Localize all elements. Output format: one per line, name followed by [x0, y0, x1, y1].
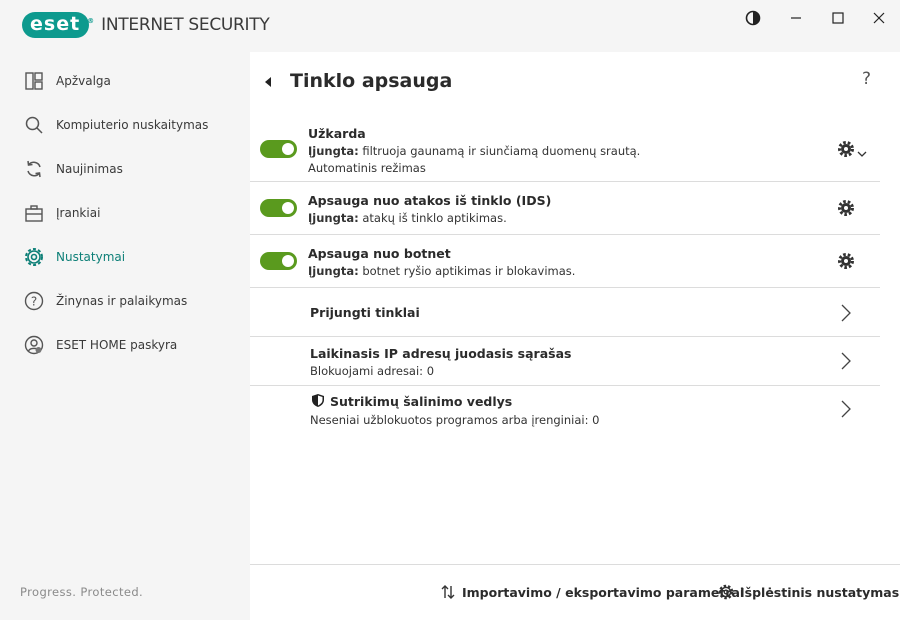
row-title: Apsauga nuo botnet: [308, 246, 451, 261]
help-button[interactable]: ?: [862, 69, 871, 89]
back-arrow-icon[interactable]: [263, 74, 273, 88]
svg-text:?: ?: [31, 295, 37, 309]
sort-arrows-icon: [440, 584, 456, 600]
setting-row-firewall: Užkarda Įjungta: filtruoja gaunamą ir si…: [250, 120, 880, 182]
row-desc: Įjungta: botnet ryšio aptikimas ir bloka…: [308, 264, 575, 278]
setting-row-botnet: Apsauga nuo botnet Įjungta: botnet ryšio…: [250, 235, 880, 288]
sidebar-item-overview[interactable]: Apžvalga: [22, 66, 111, 96]
theme-toggle-icon[interactable]: [742, 7, 764, 29]
row-title: Užkarda: [308, 126, 366, 141]
logo-badge: eset ®: [22, 12, 94, 38]
botnet-toggle[interactable]: [260, 252, 297, 270]
sidebar-item-label: ESET HOME paskyra: [56, 338, 178, 352]
import-export-button[interactable]: Importavimo / eksportavimo parametrai: [440, 584, 744, 600]
maximize-icon[interactable]: [827, 7, 849, 29]
sidebar-item-label: Apžvalga: [56, 74, 111, 88]
chevron-down-icon[interactable]: [857, 143, 867, 162]
search-icon: [22, 113, 46, 137]
gear-icon: [718, 584, 734, 600]
overview-icon: [22, 69, 46, 93]
status-label: Įjungta:: [308, 211, 359, 225]
status-label: Įjungta:: [308, 144, 359, 158]
sidebar-item-update[interactable]: Naujinimas: [22, 154, 123, 184]
link-desc: Blokuojami adresai: 0: [310, 364, 435, 378]
logo-text: eset: [30, 13, 81, 35]
advanced-setup-label: Išplėstinis nustatymas: [740, 584, 900, 600]
firewall-toggle[interactable]: [260, 140, 297, 158]
status-desc: filtruoja gaunamą ir siunčiamą duomenų s…: [358, 144, 641, 158]
link-title: Sutrikimų šalinimo vedlys: [330, 394, 513, 409]
ids-toggle[interactable]: [260, 199, 297, 217]
account-icon: [22, 333, 46, 357]
link-row-connected-networks[interactable]: Prijungti tinklai: [250, 288, 880, 337]
sidebar-item-help[interactable]: ? Žinynas ir palaikymas: [22, 286, 187, 316]
sidebar-item-label: Naujinimas: [56, 162, 123, 176]
sidebar-item-label: Įrankiai: [56, 206, 101, 220]
status-desc: atakų iš tinklo aptikimas.: [358, 211, 507, 225]
link-row-troubleshooting[interactable]: Sutrikimų šalinimo vedlys Neseniai užblo…: [250, 386, 880, 436]
minimize-icon[interactable]: [785, 7, 807, 29]
row-desc: Įjungta: filtruoja gaunamą ir siunčiamą …: [308, 144, 640, 158]
sidebar-item-label: Kompiuterio nuskaitymas: [56, 118, 209, 132]
toolbox-icon: [22, 201, 46, 225]
sidebar: Apžvalga Kompiuterio nuskaitymas Naujini…: [0, 52, 250, 620]
eset-logo: eset ® INTERNET SECURITY: [22, 12, 270, 38]
firewall-gear-icon[interactable]: [837, 140, 855, 158]
page-title: Tinklo apsauga: [290, 70, 453, 92]
status-desc: botnet ryšio aptikimas ir blokavimas.: [358, 264, 576, 278]
sidebar-item-label: Nustatymai: [56, 250, 126, 264]
row-desc: Įjungta: atakų iš tinklo aptikimas.: [308, 211, 507, 225]
sidebar-item-scan[interactable]: Kompiuterio nuskaitymas: [22, 110, 208, 140]
shield-icon: [311, 393, 325, 412]
refresh-icon: [22, 157, 46, 181]
row-extra: Automatinis režimas: [308, 161, 426, 175]
link-row-ip-blacklist[interactable]: Laikinasis IP adresų juodasis sąrašas Bl…: [250, 337, 880, 386]
link-title: Prijungti tinklai: [310, 305, 420, 320]
advanced-setup-button[interactable]: Išplėstinis nustatymas: [718, 584, 899, 600]
help-icon: ?: [22, 289, 46, 313]
close-icon[interactable]: [868, 7, 890, 29]
row-title: Apsauga nuo atakos iš tinklo (IDS): [308, 193, 552, 208]
link-desc: Neseniai užblokuotos programos arba įren…: [310, 413, 600, 427]
chevron-right-icon: [840, 351, 852, 371]
link-title: Laikinasis IP adresų juodasis sąrašas: [310, 346, 572, 361]
import-export-label: Importavimo / eksportavimo parametrai: [462, 584, 745, 600]
footer-divider: [250, 564, 900, 565]
main-panel: Tinklo apsauga ? Užkarda Įjungta: filtru…: [250, 52, 900, 620]
title-bar: eset ® INTERNET SECURITY: [0, 0, 900, 52]
tagline: Progress. Protected.: [20, 585, 144, 599]
status-label: Įjungta:: [308, 264, 359, 278]
sidebar-item-tools[interactable]: Įrankiai: [22, 198, 100, 228]
botnet-gear-icon[interactable]: [837, 252, 855, 270]
ids-gear-icon[interactable]: [837, 199, 855, 217]
product-name: INTERNET SECURITY: [101, 15, 270, 35]
setting-row-ids: Apsauga nuo atakos iš tinklo (IDS) Įjung…: [250, 182, 880, 235]
sidebar-item-label: Žinynas ir palaikymas: [56, 294, 188, 308]
chevron-right-icon: [840, 303, 852, 323]
gear-icon: [22, 245, 46, 269]
chevron-right-icon: [840, 399, 852, 419]
sidebar-item-settings[interactable]: Nustatymai: [22, 242, 125, 272]
sidebar-item-account[interactable]: ESET HOME paskyra: [22, 330, 177, 360]
